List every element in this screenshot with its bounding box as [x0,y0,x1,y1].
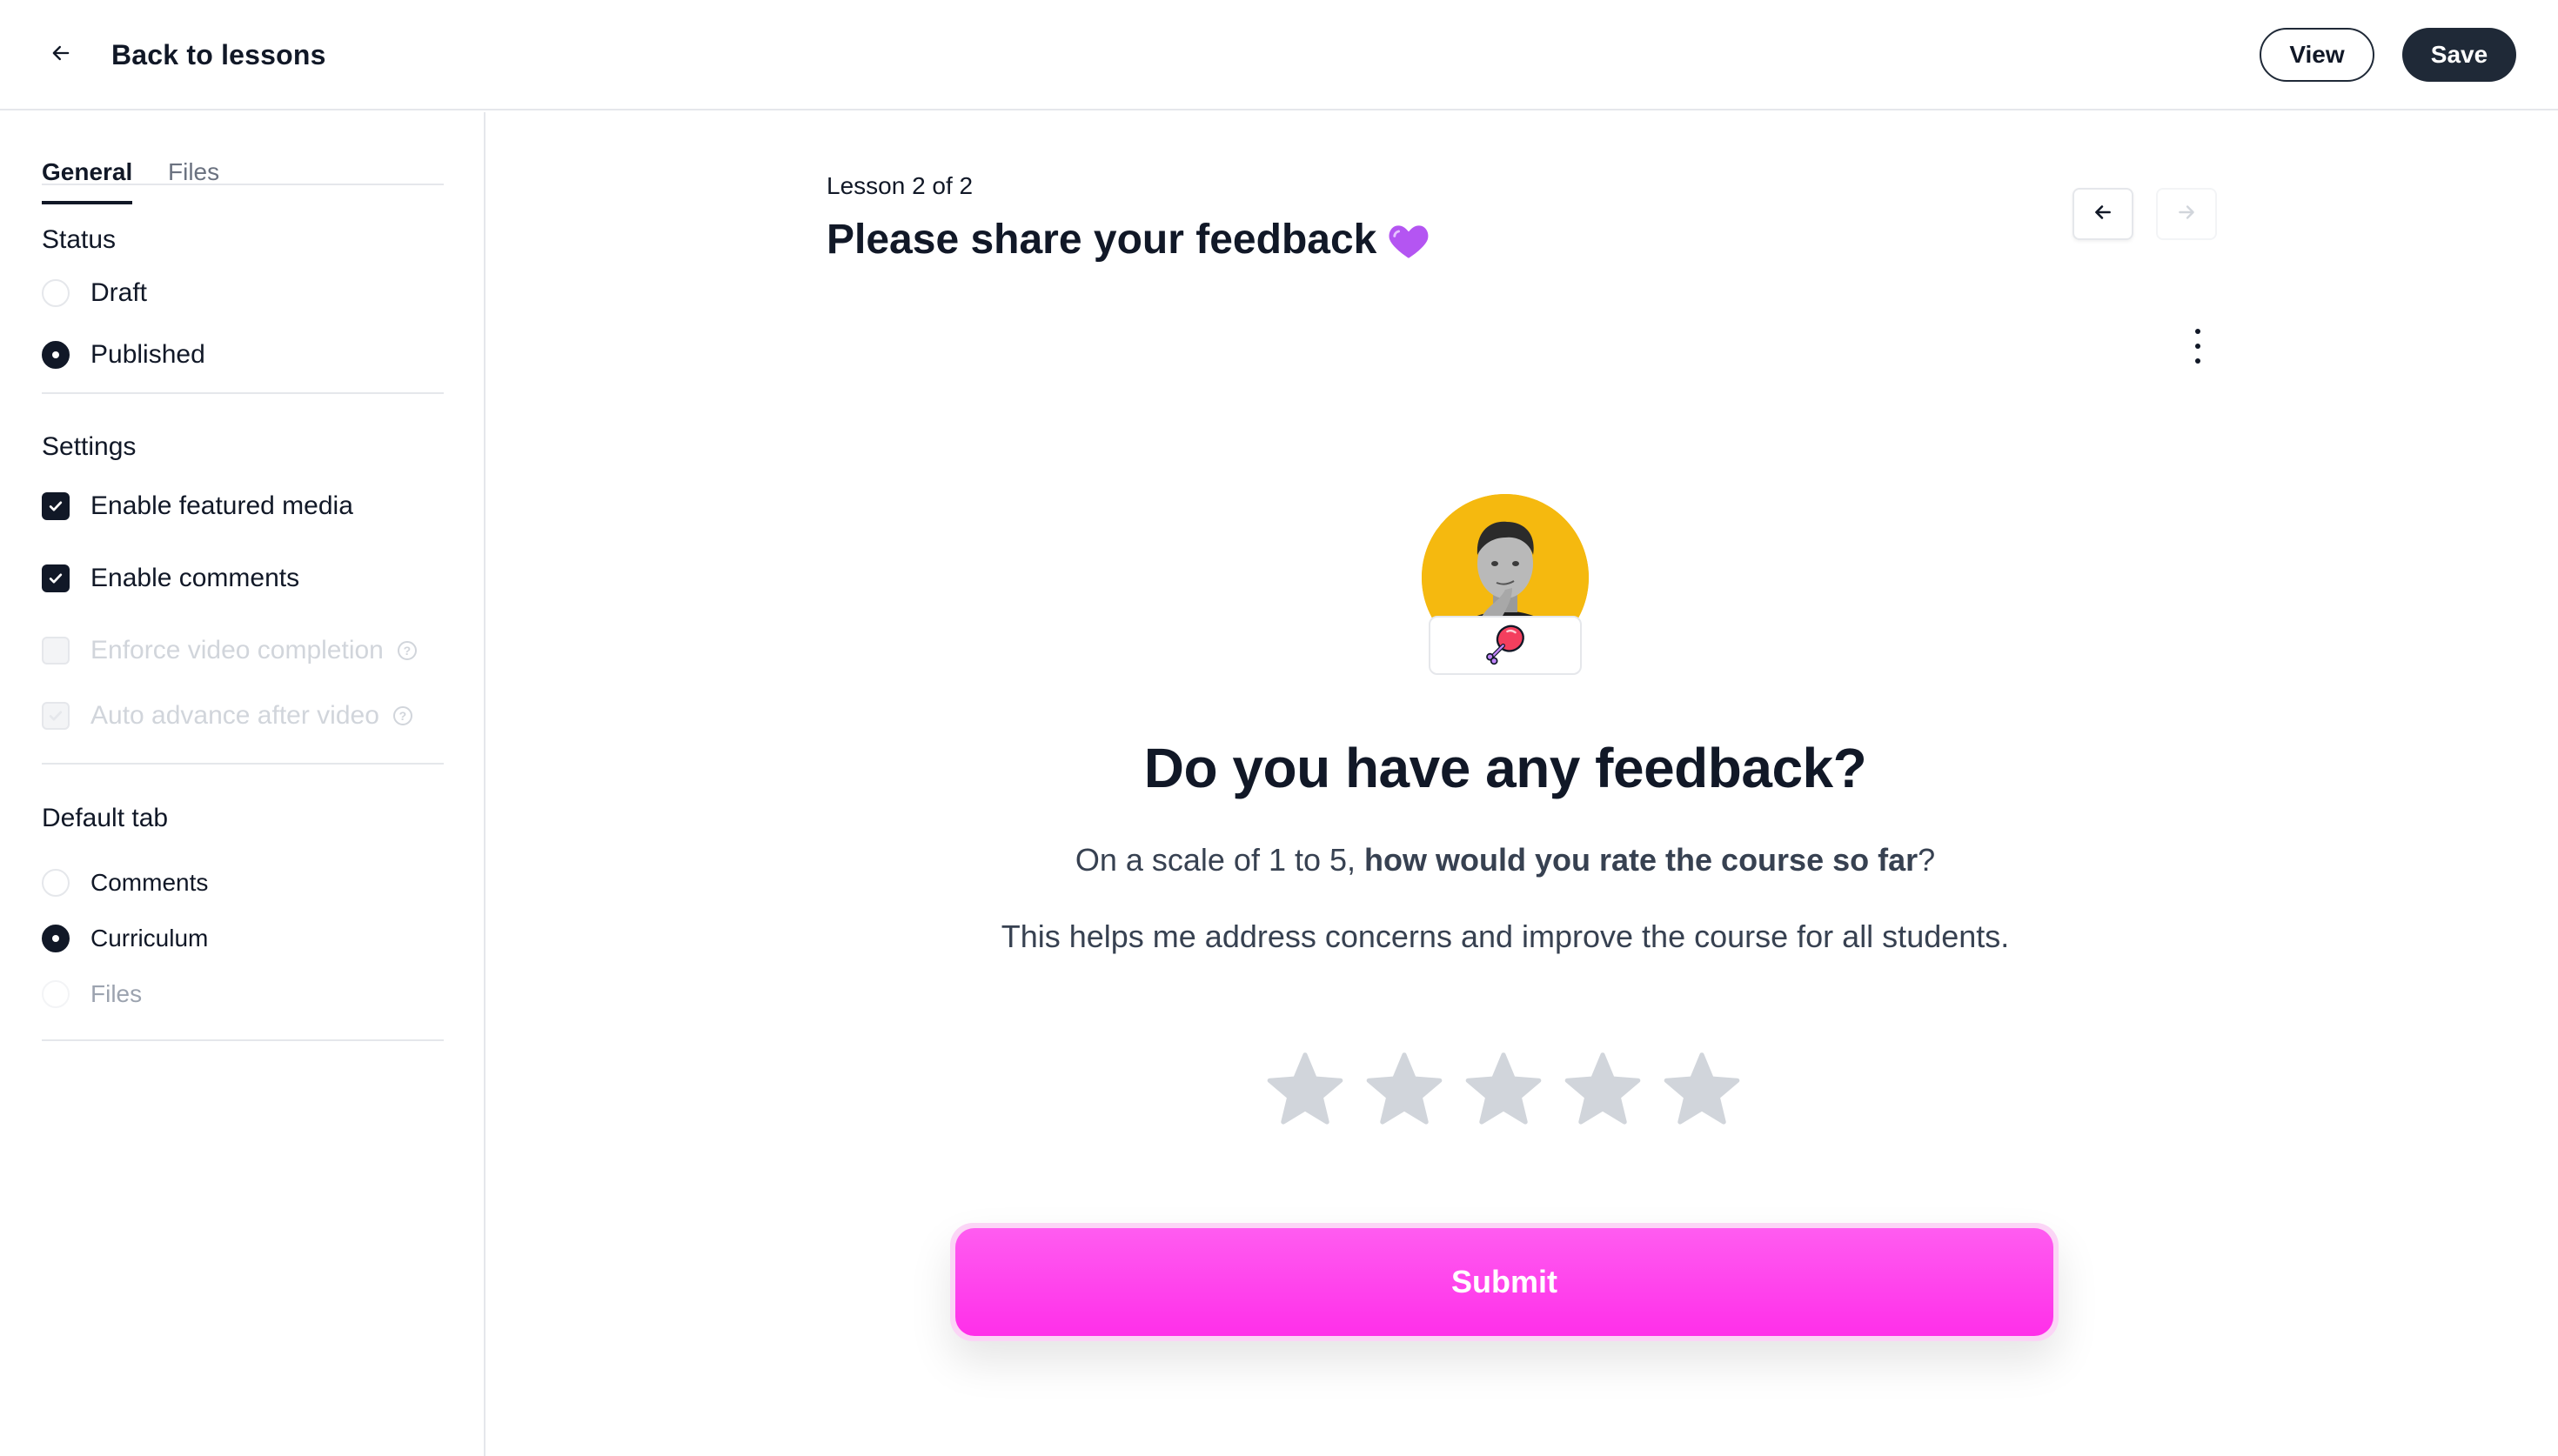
tab-general[interactable]: General [42,159,133,204]
enforce-video-label: Enforce video completion [90,636,384,665]
submit-button-wrapper: Submit [950,1223,2059,1341]
enable-comments-label: Enable comments [90,564,300,592]
submit-button[interactable]: Submit [955,1228,2053,1336]
setting-auto-advance: Auto advance after video ? [42,698,412,733]
purple-heart-icon [1387,220,1430,260]
sidebar-tabs: General Files [42,133,444,204]
status-draft-option[interactable]: Draft [42,276,147,311]
checkbox-checked[interactable] [42,564,70,592]
featured-media-label: Enable featured media [90,491,353,520]
feedback-scale-text: On a scale of 1 to 5, how would you rate… [0,842,2558,878]
status-draft-label: Draft [90,278,148,307]
star-icon[interactable] [1359,1045,1450,1136]
view-button[interactable]: View [2260,28,2374,82]
arrow-right-icon [2175,201,2198,228]
feedback-help-text: This helps me address concerns and impro… [1001,918,2010,954]
default-tab-files-option: Files [42,977,142,1012]
back-to-lessons-link[interactable]: Back to lessons [49,31,326,78]
setting-enable-comments[interactable]: Enable comments [42,561,299,596]
scale-text-prefix: On a scale of 1 to 5, [1075,842,1365,878]
arrow-left-icon [2092,201,2114,228]
setting-enforce-video-completion: Enforce video completion ? [42,633,417,668]
top-bar: Back to lessons View Save [0,0,2558,110]
back-link-label: Back to lessons [111,38,326,70]
divider [42,392,444,394]
more-options-icon[interactable] [2187,329,2208,364]
lesson-title-text: Please share your feedback [827,217,1377,263]
radio-unselected[interactable] [42,279,70,307]
radio-selected[interactable] [42,341,70,369]
help-circle-icon[interactable]: ? [397,641,417,660]
previous-lesson-button[interactable] [2073,188,2133,240]
star-icon[interactable] [1260,1045,1350,1136]
lesson-progress-label: Lesson 2 of 2 [827,172,974,199]
auto-advance-label: Auto advance after video [90,701,379,730]
tab-files[interactable]: Files [168,159,219,185]
default-tab-files-label: Files [90,980,143,1007]
status-published-label: Published [90,340,205,369]
checkbox-checked[interactable] [42,492,70,520]
status-section-title: Status [42,225,117,254]
status-published-option[interactable]: Published [42,337,205,372]
lesson-title: Please share your feedback [827,216,1430,264]
feedback-question-title: Do you have any feedback? [1143,737,1867,799]
checkbox-disabled [42,702,70,730]
course-badge [1429,616,1582,675]
settings-section-title: Settings [42,432,137,461]
star-icon[interactable] [1657,1045,1747,1136]
default-tab-section-title: Default tab [42,804,169,832]
setting-featured-media[interactable]: Enable featured media [42,489,353,524]
radio-disabled [42,980,70,1008]
save-button[interactable]: Save [2402,28,2516,82]
scale-text-bold: how would you rate the course so far [1364,842,1918,878]
scale-text-suffix: ? [1918,842,1936,878]
star-rating[interactable] [1260,1045,1747,1139]
star-icon[interactable] [1557,1045,1648,1136]
drumstick-icon [1481,619,1530,672]
star-icon[interactable] [1458,1045,1549,1136]
help-circle-icon[interactable]: ? [392,706,412,725]
checkbox-disabled [42,637,70,665]
arrow-left-icon [49,41,73,70]
next-lesson-button[interactable] [2156,188,2217,240]
divider [42,1039,444,1041]
